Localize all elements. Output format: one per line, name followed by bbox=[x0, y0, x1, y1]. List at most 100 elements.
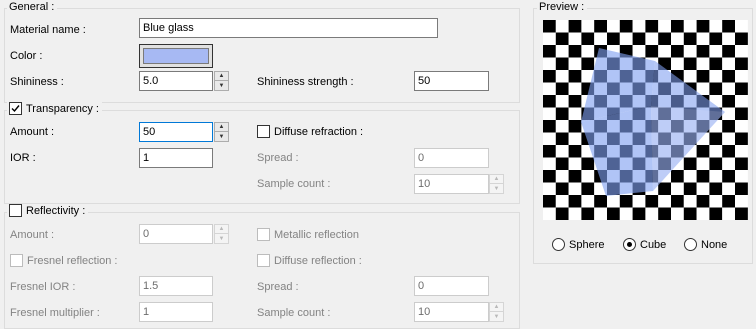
ior-input[interactable] bbox=[139, 148, 213, 168]
checker-cell bbox=[568, 207, 582, 220]
spin-down-icon[interactable]: ▼ bbox=[214, 132, 229, 142]
general-legend-text: General : bbox=[9, 1, 55, 13]
transparency-amount-stepper[interactable]: ▲ ▼ bbox=[214, 122, 229, 142]
checker-cell bbox=[555, 170, 569, 183]
spin-up-icon[interactable]: ▲ bbox=[214, 71, 229, 81]
checker-cell bbox=[543, 32, 556, 46]
spin-up-icon: ▲ bbox=[214, 224, 229, 234]
checker-cell bbox=[709, 82, 723, 96]
checker-cell bbox=[709, 132, 723, 146]
checker-cell bbox=[607, 32, 620, 46]
checker-cell bbox=[619, 32, 633, 46]
checker-cell bbox=[658, 195, 672, 208]
checker-cell bbox=[671, 32, 684, 46]
checker-cell bbox=[722, 132, 736, 146]
checker-cell bbox=[722, 157, 736, 171]
checker-cell bbox=[709, 182, 723, 196]
checker-cell bbox=[735, 132, 748, 146]
preview-option-sphere[interactable]: Sphere bbox=[552, 238, 604, 251]
checker-cell bbox=[658, 32, 672, 46]
sphere-radio[interactable] bbox=[552, 238, 565, 251]
fresnel-multiplier-label: Fresnel multiplier : bbox=[10, 307, 100, 319]
checker-cell bbox=[709, 207, 723, 220]
color-label: Color : bbox=[10, 50, 43, 62]
checker-cell bbox=[696, 70, 710, 83]
checker-cell bbox=[709, 20, 723, 33]
checker-cell bbox=[683, 207, 697, 220]
none-radio[interactable] bbox=[684, 238, 697, 251]
spin-down-icon[interactable]: ▼ bbox=[214, 81, 229, 91]
checker-cell bbox=[568, 82, 582, 96]
checker-cell bbox=[543, 170, 556, 183]
checker-cell bbox=[645, 20, 659, 33]
shininess-input[interactable] bbox=[139, 71, 213, 91]
transparency-checkbox[interactable] bbox=[9, 102, 22, 115]
cube-label: Cube bbox=[640, 238, 667, 251]
checker-cell bbox=[594, 32, 608, 46]
cube-radio[interactable] bbox=[623, 238, 636, 251]
checker-cell bbox=[671, 182, 684, 196]
checker-cell bbox=[696, 182, 710, 196]
checker-cell bbox=[568, 182, 582, 196]
preview-option-none[interactable]: None bbox=[684, 238, 727, 251]
checker-cell bbox=[607, 195, 620, 208]
color-swatch-button[interactable] bbox=[139, 44, 213, 68]
checker-cell bbox=[543, 157, 556, 171]
checker-cell bbox=[581, 45, 595, 58]
checker-cell bbox=[555, 82, 569, 96]
spin-up-icon: ▲ bbox=[489, 302, 504, 312]
shininess-stepper[interactable]: ▲ ▼ bbox=[214, 71, 229, 91]
material-name-input[interactable] bbox=[139, 18, 438, 38]
diffuse-refraction-checkbox[interactable] bbox=[257, 125, 270, 138]
checker-cell bbox=[568, 132, 582, 146]
radio-selected-dot bbox=[627, 242, 632, 247]
shininess-strength-input[interactable] bbox=[414, 71, 489, 91]
diffuse-refraction-row[interactable]: Diffuse refraction : bbox=[257, 125, 363, 138]
checker-cell bbox=[543, 207, 556, 220]
checker-cell bbox=[735, 20, 748, 33]
checker-cell bbox=[632, 207, 646, 220]
checker-cell bbox=[735, 207, 748, 220]
spin-up-icon[interactable]: ▲ bbox=[214, 122, 229, 132]
checker-cell bbox=[543, 107, 556, 121]
checker-cell bbox=[671, 170, 684, 183]
fresnel-ior-input bbox=[139, 276, 213, 296]
checker-cell bbox=[568, 195, 582, 208]
checker-cell bbox=[555, 207, 569, 220]
checker-cell bbox=[568, 95, 582, 108]
sphere-label: Sphere bbox=[569, 238, 605, 251]
checker-cell bbox=[709, 195, 723, 208]
checker-cell bbox=[735, 195, 748, 208]
metallic-reflection-checkbox bbox=[257, 228, 270, 241]
checker-cell bbox=[722, 57, 736, 71]
checker-cell bbox=[568, 57, 582, 71]
checker-cell bbox=[709, 145, 723, 158]
preview-option-cube[interactable]: Cube bbox=[623, 238, 666, 251]
checker-cell bbox=[722, 70, 736, 83]
transparency-amount-input[interactable] bbox=[139, 122, 213, 142]
checker-cell bbox=[645, 195, 659, 208]
spin-down-icon: ▼ bbox=[489, 312, 504, 322]
checker-cell bbox=[594, 195, 608, 208]
checker-cell bbox=[555, 95, 569, 108]
checker-cell bbox=[607, 207, 620, 220]
reflection-spread-input bbox=[414, 276, 489, 296]
transparency-amount-label: Amount : bbox=[10, 126, 55, 138]
refraction-sample-count-stepper: ▲ ▼ bbox=[489, 174, 504, 194]
fresnel-ior-label: Fresnel IOR : bbox=[10, 281, 76, 293]
reflectivity-checkbox[interactable] bbox=[9, 204, 22, 217]
checker-cell bbox=[671, 57, 684, 71]
checker-cell bbox=[543, 95, 556, 108]
checker-cell bbox=[555, 107, 569, 121]
fresnel-reflection-label: Fresnel reflection : bbox=[27, 254, 118, 267]
checker-cell bbox=[568, 32, 582, 46]
shininess-strength-label: Shininess strength : bbox=[257, 76, 354, 88]
checker-cell bbox=[594, 207, 608, 220]
transparency-legend-text: Transparency : bbox=[26, 102, 99, 115]
checker-cell bbox=[658, 45, 672, 58]
checker-cell bbox=[607, 20, 620, 33]
reflectivity-amount-stepper: ▲ ▼ bbox=[214, 224, 229, 244]
checker-cell bbox=[632, 20, 646, 33]
reflectivity-legend: Reflectivity : bbox=[7, 204, 89, 217]
checker-cell bbox=[632, 32, 646, 46]
